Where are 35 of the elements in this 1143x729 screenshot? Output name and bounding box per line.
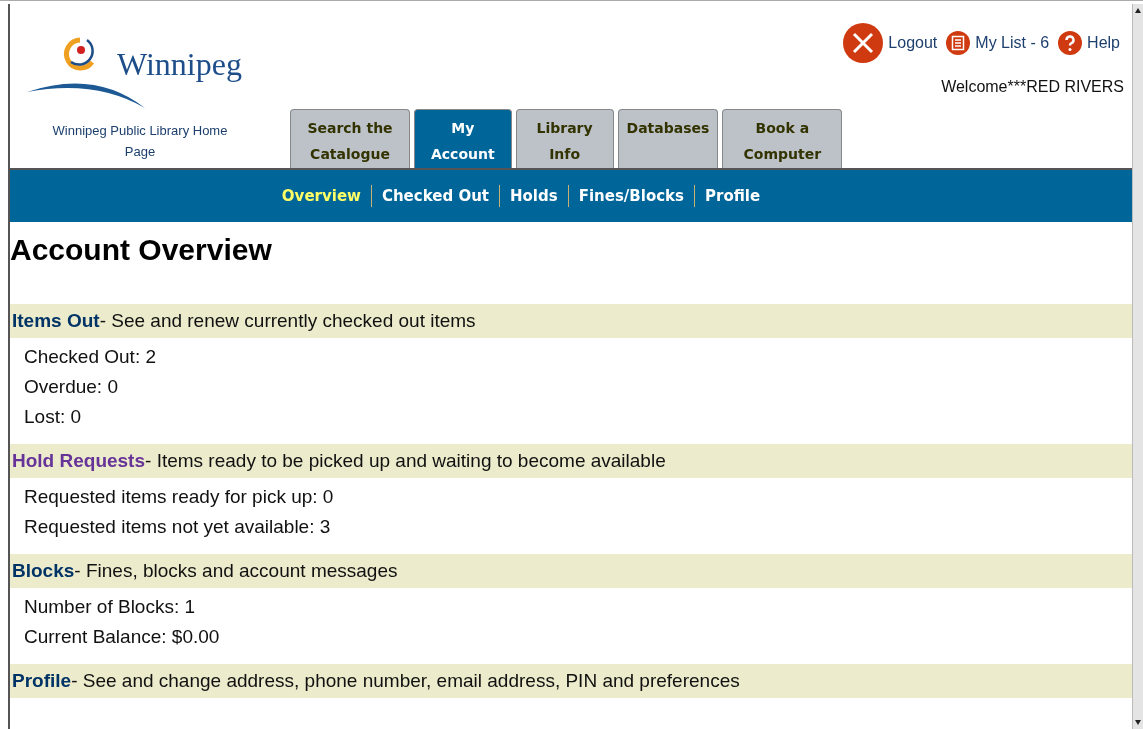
summary-line: Checked Out: 2: [24, 345, 158, 369]
logout-link[interactable]: Logout: [888, 34, 938, 52]
subnav-link[interactable]: Profile: [694, 185, 771, 207]
summary-line: Current Balance: $0.00: [24, 625, 221, 649]
section-link[interactable]: Profile: [12, 670, 72, 692]
section-description: - Items ready to be picked up and waiting to become available: [145, 450, 666, 472]
nav-tab[interactable]: My Account: [414, 109, 512, 168]
summary-line: Lost: 0: [24, 405, 83, 429]
section-link[interactable]: Blocks: [12, 560, 75, 582]
summary-line: Number of Blocks: 1: [24, 595, 197, 619]
help-link[interactable]: Help: [1087, 34, 1120, 52]
section-description: - See and renew currently checked out items: [99, 310, 476, 332]
logo-wordmark[interactable]: Winnipeg: [117, 46, 242, 83]
section-link[interactable]: Hold Requests: [12, 450, 146, 472]
section-description: - Fines, blocks and account messages: [74, 560, 398, 582]
section-description: - See and change address, phone number, email address, PIN and preferences: [71, 670, 740, 692]
nav-tab[interactable]: Book a Computer: [722, 109, 843, 168]
subnav-link[interactable]: Fines/Blocks: [567, 185, 694, 207]
subnav-link[interactable]: Overview: [271, 185, 371, 207]
home-page-link[interactable]: Winnipeg Public Library Home Page: [37, 120, 243, 162]
nav-tab[interactable]: Library Info: [515, 109, 614, 168]
subnav-link[interactable]: Holds: [499, 185, 568, 207]
help-icon[interactable]: [1057, 30, 1084, 56]
summary-line: Requested items ready for pick up: 0: [24, 485, 335, 509]
nav-tab[interactable]: Databases: [617, 109, 719, 168]
close-icon[interactable]: [842, 22, 885, 64]
my-list-link[interactable]: My List - 6: [975, 34, 1050, 52]
section-link[interactable]: Items Out: [12, 310, 100, 332]
list-icon[interactable]: [945, 30, 972, 56]
summary-line: Overdue: 0: [24, 375, 119, 399]
page-title: Account Overview: [10, 232, 273, 268]
nav-tab[interactable]: Search the Catalogue: [290, 109, 410, 168]
subnav-link[interactable]: Checked Out: [370, 185, 499, 207]
welcome-text: Welcome***RED RIVERS: [941, 78, 1124, 96]
summary-line: Requested items not yet available: 3: [24, 515, 332, 539]
